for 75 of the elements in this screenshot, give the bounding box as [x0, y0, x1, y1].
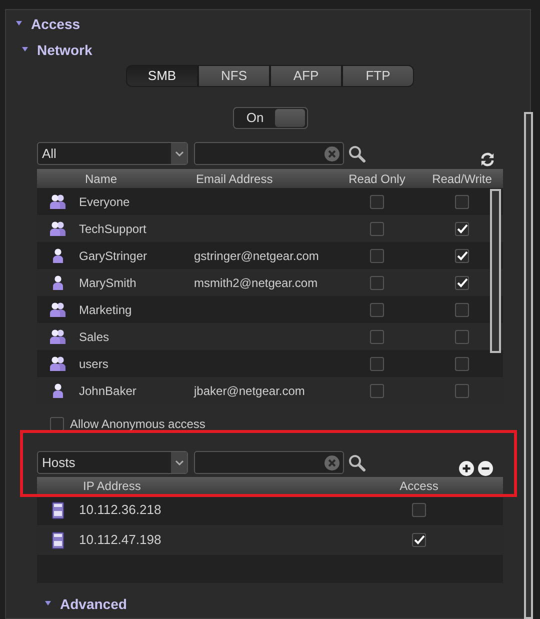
column-header[interactable]: Access: [379, 477, 459, 495]
user-icon: [52, 275, 64, 290]
checkbox[interactable]: [370, 330, 384, 344]
checkbox[interactable]: [455, 330, 469, 344]
search-icon[interactable]: [348, 454, 366, 472]
user-name: MarySmith: [79, 274, 138, 292]
checkbox[interactable]: [370, 384, 384, 398]
column-header[interactable]: Name: [79, 170, 194, 188]
search-field[interactable]: [194, 451, 344, 474]
dropdown[interactable]: Hosts: [37, 451, 188, 474]
chevron-down-icon[interactable]: [171, 452, 187, 473]
email-address: gstringer@netgear.com: [194, 248, 320, 264]
group-icon: [49, 329, 67, 344]
checkbox-label[interactable]: Allow Anonymous access: [70, 415, 206, 433]
search-icon[interactable]: [348, 144, 366, 162]
dropdown[interactable]: All: [37, 142, 188, 165]
remove-icon[interactable]: [478, 461, 493, 476]
scrollbar[interactable]: [524, 112, 533, 619]
tab[interactable]: NFS: [198, 65, 270, 87]
clear-icon[interactable]: [324, 146, 340, 162]
chevron-down-icon[interactable]: [171, 143, 187, 164]
group-icon: [49, 356, 67, 371]
section-heading[interactable]: Network: [37, 40, 92, 60]
add-icon[interactable]: [459, 461, 474, 476]
refresh-icon[interactable]: [480, 152, 495, 167]
checkbox[interactable]: [455, 194, 469, 208]
checkbox[interactable]: [455, 356, 469, 370]
checkbox[interactable]: [370, 222, 384, 236]
checkbox[interactable]: [370, 194, 384, 208]
user-name: GaryStringer: [79, 248, 148, 264]
user-icon: [52, 248, 64, 263]
user-name: Sales: [79, 328, 110, 346]
expanded-arrow-icon[interactable]: [15, 21, 23, 27]
server-icon: [52, 532, 64, 548]
checkbox[interactable]: [455, 222, 469, 236]
checkbox[interactable]: [370, 356, 384, 370]
group-icon: [49, 194, 67, 209]
user-name: JohnBaker: [79, 382, 138, 400]
search-field[interactable]: [194, 142, 344, 165]
server-icon: [52, 502, 64, 518]
clear-icon[interactable]: [324, 454, 340, 470]
column-header[interactable]: Read/Write: [407, 170, 503, 188]
email-address: jbaker@netgear.com: [194, 382, 306, 400]
column-header[interactable]: Email Address: [194, 170, 347, 188]
checkbox[interactable]: [412, 533, 426, 547]
column-header[interactable]: IP Address: [79, 477, 379, 495]
checkbox[interactable]: [455, 302, 469, 316]
group-icon: [49, 221, 67, 236]
user-name: Everyone: [79, 194, 131, 210]
expanded-arrow-icon[interactable]: [44, 601, 52, 607]
toggle-switch[interactable]: On: [232, 107, 308, 129]
section-heading[interactable]: Access: [31, 14, 80, 34]
user-name: users: [79, 356, 110, 372]
checkbox[interactable]: [455, 276, 469, 290]
checkbox[interactable]: [455, 248, 469, 262]
user-name: TechSupport: [79, 220, 148, 238]
column-header[interactable]: Read Only: [347, 170, 407, 188]
checkbox[interactable]: [370, 248, 384, 262]
scrollbar[interactable]: [490, 189, 501, 353]
tab[interactable]: AFP: [270, 65, 342, 87]
ip-address: 10.112.47.198: [79, 531, 162, 550]
checkbox[interactable]: [370, 302, 384, 316]
tab[interactable]: FTP: [342, 65, 414, 87]
group-icon: [49, 302, 67, 317]
user-icon: [52, 383, 64, 398]
checkbox[interactable]: [50, 417, 64, 431]
checkbox[interactable]: [455, 384, 469, 398]
checkbox[interactable]: [370, 276, 384, 290]
tab[interactable]: SMB: [126, 65, 198, 87]
user-name: Marketing: [79, 302, 133, 318]
email-address: msmith2@netgear.com: [194, 274, 319, 292]
section-heading[interactable]: Advanced: [60, 594, 127, 614]
expanded-arrow-icon[interactable]: [21, 47, 29, 53]
ip-address: 10.112.36.218: [79, 501, 162, 520]
checkbox[interactable]: [412, 503, 426, 517]
